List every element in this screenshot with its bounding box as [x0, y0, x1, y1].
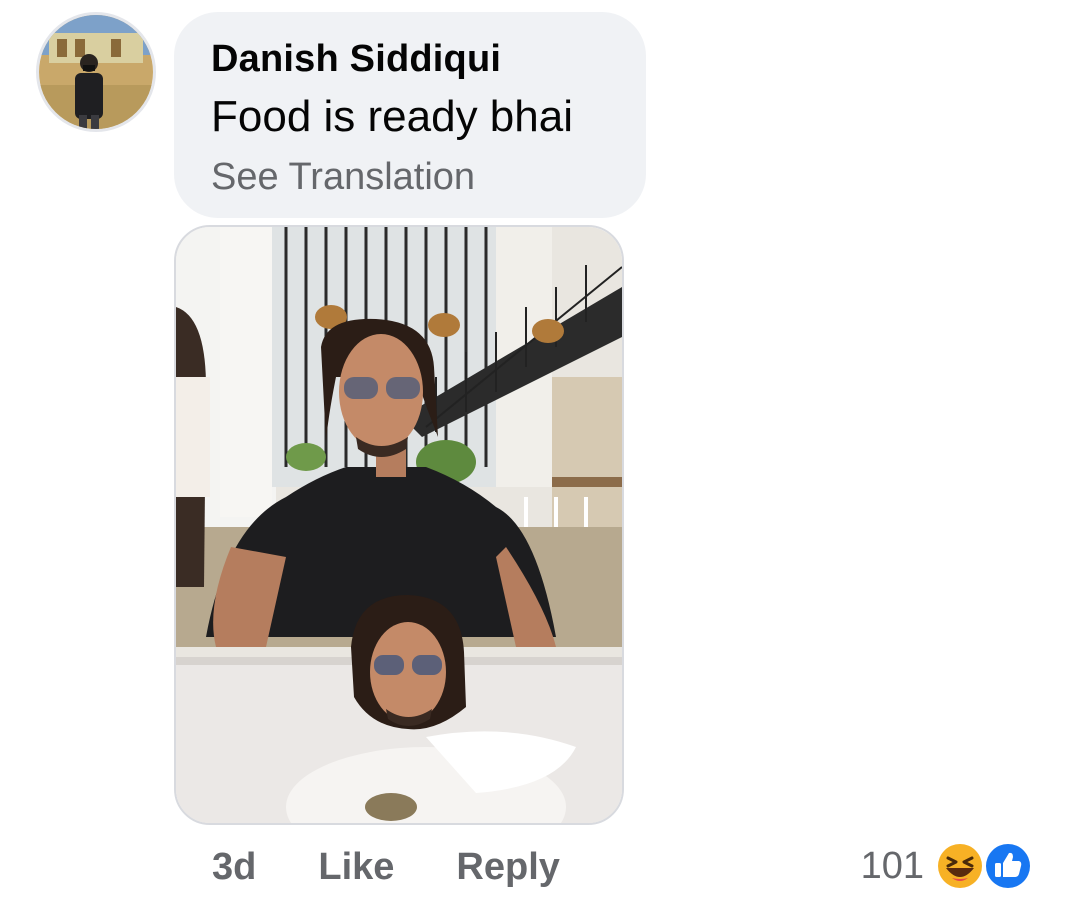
comment-photo[interactable] — [174, 225, 624, 825]
reaction-count: 101 — [860, 844, 924, 887]
comment-timestamp[interactable]: 3d — [212, 846, 256, 889]
haha-reaction-icon — [935, 841, 985, 891]
comment-thread: Danish Siddiqui Food is ready bhai See T… — [0, 0, 1080, 908]
reaction-icons — [934, 838, 1044, 894]
comment-author[interactable]: Danish Siddiqui — [211, 38, 501, 81]
like-reaction-icon — [983, 841, 1033, 891]
see-translation-link[interactable]: See Translation — [211, 156, 475, 199]
reaction-summary[interactable]: 101 — [861, 838, 1044, 894]
comment-text: Food is ready bhai — [211, 92, 573, 141]
comment-bubble: Danish Siddiqui Food is ready bhai See T… — [174, 12, 646, 218]
reply-button[interactable]: Reply — [456, 846, 559, 889]
avatar[interactable] — [36, 12, 156, 132]
comment-actions: 3d Like Reply — [212, 846, 560, 889]
like-button[interactable]: Like — [318, 846, 394, 889]
